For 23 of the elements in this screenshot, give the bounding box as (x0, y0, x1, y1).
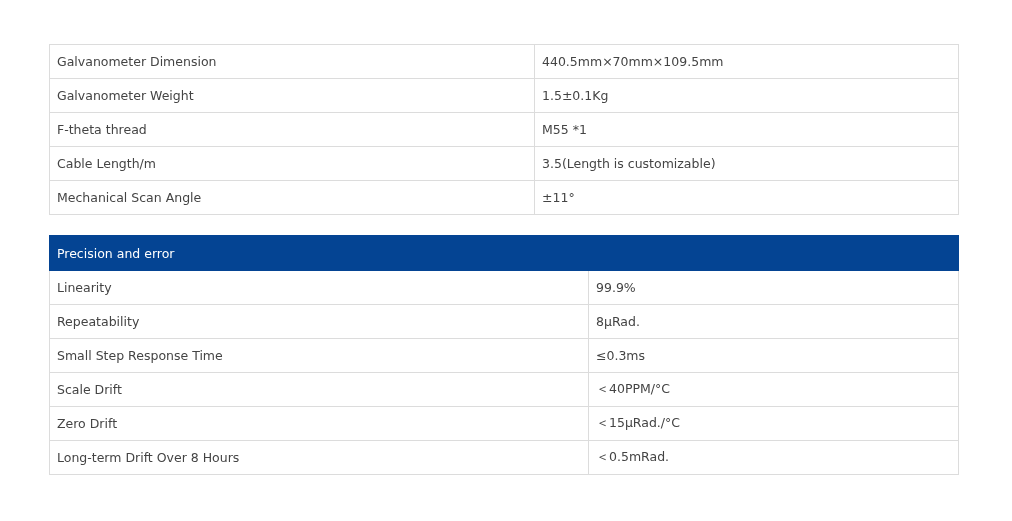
table-cell: M55 *1 (534, 112, 959, 147)
table-header: Precision and error (49, 235, 959, 271)
table-cell: ＜15μRad./°C (588, 406, 959, 441)
table-cell: Long-term Drift Over 8 Hours (49, 440, 589, 475)
table-cell: F-theta thread (49, 112, 535, 147)
table-cell: Linearity (49, 270, 589, 305)
table-cell: Galvanometer Weight (49, 78, 535, 113)
table-cell: ＜0.5mRad. (588, 440, 959, 475)
table-cell: 99.9% (588, 270, 959, 305)
table-cell: 1.5±0.1Kg (534, 78, 959, 113)
table-cell: Mechanical Scan Angle (49, 180, 535, 215)
table-cell: 440.5mm×70mm×109.5mm (534, 44, 959, 79)
table-cell: Zero Drift (49, 406, 589, 441)
table-cell: ±11° (534, 180, 959, 215)
table-cell: ＜40PPM/°C (588, 372, 959, 407)
table-cell: Cable Length/m (49, 146, 535, 181)
table-cell: Repeatability (49, 304, 589, 339)
table-cell: Galvanometer Dimension (49, 44, 535, 79)
table-cell: 8μRad. (588, 304, 959, 339)
table-cell: Scale Drift (49, 372, 589, 407)
table-cell: ≤0.3ms (588, 338, 959, 373)
table-cell: Small Step Response Time (49, 338, 589, 373)
table-cell: 3.5(Length is customizable) (534, 146, 959, 181)
